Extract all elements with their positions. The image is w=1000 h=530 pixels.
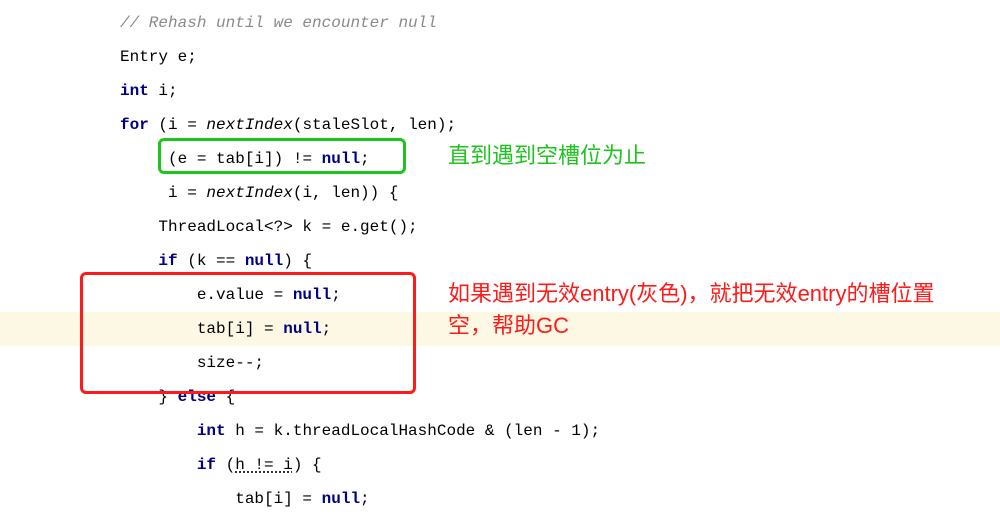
keyword-if: if (158, 252, 177, 270)
keyword-null: null (245, 252, 283, 270)
code-line: size--; (0, 346, 1000, 380)
code-text: ) { (283, 252, 312, 270)
code-text: } (158, 388, 177, 406)
code-text: (i = (149, 116, 207, 134)
code-line: for (i = nextIndex(staleSlot, len); (0, 108, 1000, 142)
keyword-null: null (283, 320, 321, 338)
code-text: ); (581, 422, 600, 440)
code-text: tab[i] = (197, 320, 283, 338)
code-text: ; (322, 320, 332, 338)
code-text: e.value = (197, 286, 293, 304)
code-text: tab[i] = (235, 490, 321, 508)
code-line: tab[i] = null; (0, 482, 1000, 516)
code-text: ) { (293, 456, 322, 474)
code-block: // Rehash until we encounter null Entry … (0, 0, 1000, 516)
keyword-null: null (293, 286, 331, 304)
code-line: Entry e; (0, 40, 1000, 74)
keyword-if: if (197, 456, 216, 474)
keyword-null: null (322, 490, 360, 508)
code-text: { (216, 388, 235, 406)
annotation-text-green: 直到遇到空槽位为止 (448, 140, 646, 172)
code-line: int h = k.threadLocalHashCode & (len - 1… (0, 414, 1000, 448)
code-line: ThreadLocal<?> k = e.get(); (0, 210, 1000, 244)
code-line: // Rehash until we encounter null (0, 6, 1000, 40)
code-text: (k == (178, 252, 245, 270)
code-line: int i; (0, 74, 1000, 108)
code-line: } else { (0, 380, 1000, 414)
code-text: ( (216, 456, 235, 474)
code-text: ; (331, 286, 341, 304)
keyword-null: null (322, 150, 360, 168)
underlined-cond: h != i (235, 456, 293, 474)
code-text: size--; (197, 354, 264, 372)
code-text: (e = tab[i]) != (168, 150, 322, 168)
code-line: i = nextIndex(i, len)) { (0, 176, 1000, 210)
annotation-text-red: 如果遇到无效entry(灰色)，就把无效entry的槽位置空，帮助GC (448, 278, 968, 342)
keyword-else: else (178, 388, 216, 406)
code-text: (i, len)) { (293, 184, 399, 202)
keyword-int: int (120, 82, 149, 100)
comment-text: // Rehash until we encounter null (120, 14, 437, 32)
code-text: ThreadLocal<?> k = e.get(); (158, 218, 417, 236)
code-text: ; (360, 490, 370, 508)
code-text: (staleSlot, len); (293, 116, 456, 134)
code-line: if (k == null) { (0, 244, 1000, 278)
fn-nextindex: nextIndex (206, 116, 292, 134)
keyword-int: int (197, 422, 226, 440)
code-text: Entry e; (120, 48, 197, 66)
code-text: h = k.threadLocalHashCode & (len - (226, 422, 572, 440)
code-text: ; (360, 150, 370, 168)
code-line: if (h != i) { (0, 448, 1000, 482)
keyword-for: for (120, 116, 149, 134)
code-text: i; (149, 82, 178, 100)
code-number: 1 (571, 422, 581, 440)
fn-nextindex: nextIndex (206, 184, 292, 202)
code-text: i = (168, 184, 206, 202)
